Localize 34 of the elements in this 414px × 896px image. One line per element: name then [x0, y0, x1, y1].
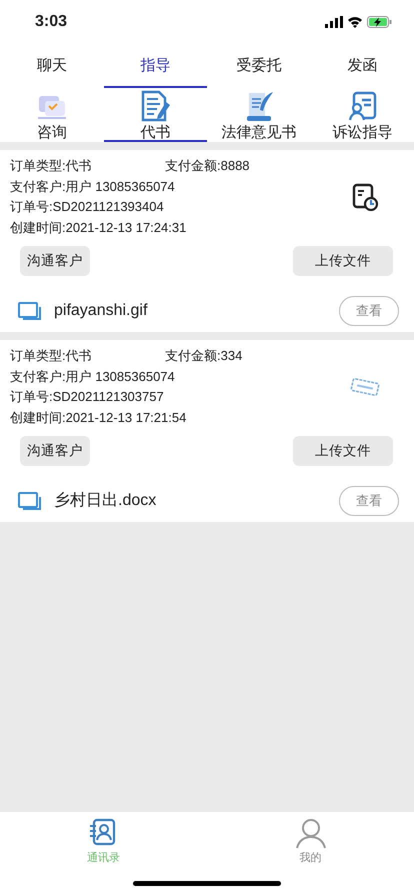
- order-type: 订单类型:代书: [10, 347, 93, 365]
- created-time: 创建时间:2021-12-13 17:21:54: [10, 408, 188, 426]
- nav-tab[interactable]: 我的: [207, 812, 414, 896]
- category-tab[interactable]: 代书: [104, 88, 207, 142]
- upload-file-button[interactable]: 上传文件: [293, 246, 393, 276]
- status-time: 3:03: [35, 12, 68, 32]
- upload-file-button[interactable]: 上传文件: [293, 436, 393, 466]
- contact-customer-button[interactable]: 沟通客户: [20, 246, 90, 276]
- payment-customer: 支付客户:用户 13085365074: [10, 368, 176, 386]
- view-button[interactable]: 查看: [339, 296, 399, 326]
- document-pen-icon: [139, 90, 172, 122]
- created-time: 创建时间:2021-12-13 17:24:31: [10, 218, 188, 236]
- category-tab[interactable]: 法律意见书: [207, 88, 310, 142]
- payment-amount: 支付金额:334: [165, 347, 242, 365]
- category-tab[interactable]: 诉讼指导: [310, 88, 414, 142]
- category-tab[interactable]: 咨询: [0, 88, 104, 142]
- file-name: pifayanshi.gif: [54, 301, 148, 321]
- battery-icon: [367, 16, 392, 28]
- wifi-icon: [347, 16, 363, 28]
- top-tab[interactable]: 受委托: [207, 44, 310, 88]
- payment-amount: 支付金额:8888: [165, 157, 250, 175]
- person-icon: [294, 818, 326, 850]
- contact-customer-button[interactable]: 沟通客户: [20, 436, 90, 466]
- file-name: 乡村日出.docx: [54, 490, 156, 511]
- signal-icon: [325, 16, 343, 28]
- folder-icon: [18, 301, 42, 321]
- order-number: 订单号:SD2021121303757: [10, 388, 165, 406]
- view-button[interactable]: 查看: [339, 486, 399, 516]
- order-type: 订单类型:代书: [10, 157, 93, 175]
- top-tab[interactable]: 发函: [310, 44, 414, 88]
- payment-customer: 支付客户:用户 13085365074: [10, 178, 176, 196]
- top-tab[interactable]: 聊天: [0, 44, 104, 88]
- folder-icon: [18, 491, 42, 511]
- order-number: 订单号:SD2021121393404: [10, 198, 165, 216]
